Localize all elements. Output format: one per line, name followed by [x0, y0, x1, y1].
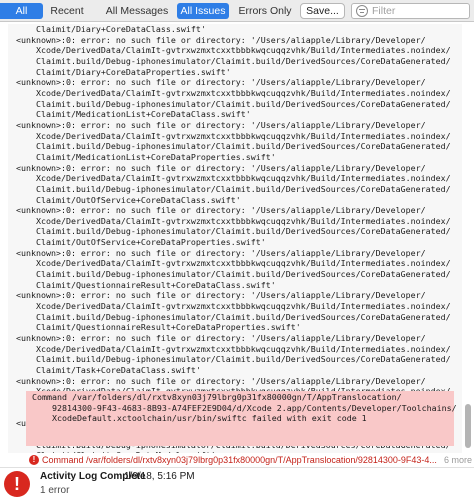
filter-field[interactable]	[351, 3, 470, 19]
save-button[interactable]: Save...	[300, 3, 345, 19]
scope-recent-button[interactable]: Recent	[47, 3, 87, 19]
error-icon: !	[29, 455, 39, 465]
filter-errors-only-button[interactable]: Errors Only	[236, 3, 294, 19]
filter-icon	[356, 5, 368, 17]
error-log-text: Claimit/Diary+CoreDataClass.swift' <unkn…	[16, 24, 451, 453]
log-scrollbar[interactable]	[464, 24, 472, 451]
filter-all-issues-button[interactable]: All Issues	[177, 3, 229, 19]
error-status-icon: !	[4, 471, 30, 497]
filter-all-messages-button[interactable]: All Messages	[101, 3, 173, 19]
error-count: 1 error	[40, 485, 70, 496]
log-filter-toolbar: All Recent All Messages All Issues Error…	[0, 0, 474, 22]
more-errors-link[interactable]: 6 more	[440, 454, 472, 466]
error-summary-row[interactable]: ! Command /var/folders/dl/rxtv8xyn03j79l…	[0, 453, 474, 467]
build-log-area[interactable]: Claimit/Diary+CoreDataClass.swift' <unkn…	[0, 22, 474, 453]
activity-log-title: Activity Log Complete	[40, 471, 146, 482]
failed-command-highlight: Command /var/folders/dl/rxtv8xyn03j79lbr…	[26, 391, 457, 446]
filter-input[interactable]	[372, 5, 466, 17]
log-scroll-thumb[interactable]	[465, 404, 471, 448]
error-summary-text: Command /var/folders/dl/rxtv8xyn03j79lbr…	[42, 455, 437, 465]
scope-all-button[interactable]: All	[0, 3, 43, 19]
build-log-content: Claimit/Diary+CoreDataClass.swift' <unkn…	[8, 24, 462, 453]
activity-log-footer: ! Activity Log Complete 1/9/18, 5:16 PM …	[0, 467, 474, 500]
activity-log-timestamp: 1/9/18, 5:16 PM	[124, 471, 195, 482]
